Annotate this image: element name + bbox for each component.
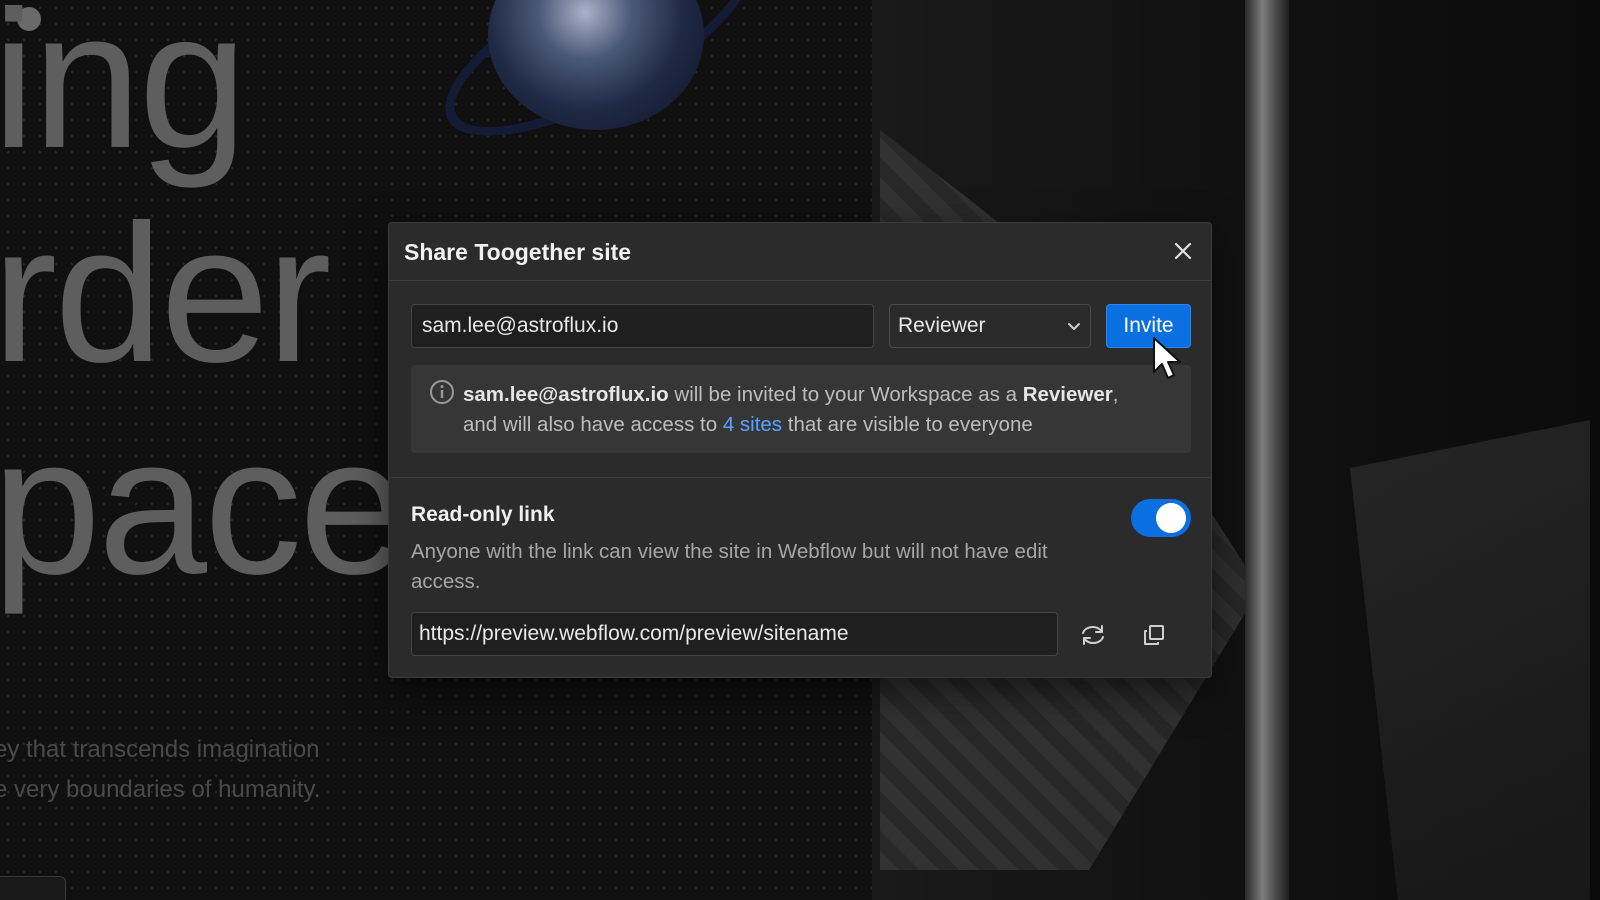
section-divider xyxy=(389,477,1211,478)
readonly-link-toggle[interactable] xyxy=(1131,499,1191,537)
role-select[interactable]: Reviewer xyxy=(889,304,1091,348)
readonly-link-url-field[interactable] xyxy=(411,612,1058,656)
info-icon xyxy=(430,380,454,404)
dialog-header: Share Toogether site xyxy=(389,223,1211,281)
role-select-value: Reviewer xyxy=(898,314,986,337)
space-station-pillar-image xyxy=(1245,0,1289,900)
background-cta-button xyxy=(0,876,66,900)
copy-link-button[interactable] xyxy=(1136,618,1172,652)
notice-email: sam.lee@astroflux.io xyxy=(463,383,669,406)
copy-icon xyxy=(1144,625,1164,645)
refresh-icon xyxy=(1082,625,1104,645)
hero-subtitle-line: ey that transcends imagination xyxy=(0,736,320,763)
email-input[interactable] xyxy=(411,304,874,348)
hero-heading-line: ing xyxy=(0,0,248,189)
chevron-down-icon xyxy=(1068,323,1080,330)
toggle-knob xyxy=(1156,503,1186,533)
close-icon xyxy=(1174,242,1192,260)
readonly-link-description: Anyone with the link can view the site i… xyxy=(411,540,1048,593)
notice-text-part: and will also have access to xyxy=(463,413,723,436)
mouse-pointer-icon xyxy=(1153,337,1181,379)
notice-text-part: that are visible to everyone xyxy=(782,413,1033,436)
hero-heading-line: rder xyxy=(0,184,332,403)
hero-subtitle-line: e very boundaries of humanity. xyxy=(0,776,321,803)
notice-text-part: , xyxy=(1112,383,1119,406)
dialog-title: Share Toogether site xyxy=(404,239,632,265)
close-button[interactable] xyxy=(1169,237,1197,265)
notice-text-part: will be invited to your Workspace as a xyxy=(668,383,1023,406)
notice-text: sam.lee@astroflux.io will be invited to … xyxy=(463,380,1177,440)
invite-notice: sam.lee@astroflux.io will be invited to … xyxy=(411,365,1191,453)
notice-role: Reviewer xyxy=(1022,383,1113,406)
regenerate-link-button[interactable] xyxy=(1075,618,1111,652)
hero-heading-line: pace xyxy=(0,396,408,615)
readonly-link-title: Read-only link xyxy=(411,503,555,526)
share-dialog: Share Toogether site Reviewer Invite sam… xyxy=(388,222,1212,678)
sites-link[interactable]: 4 sites xyxy=(723,413,782,436)
